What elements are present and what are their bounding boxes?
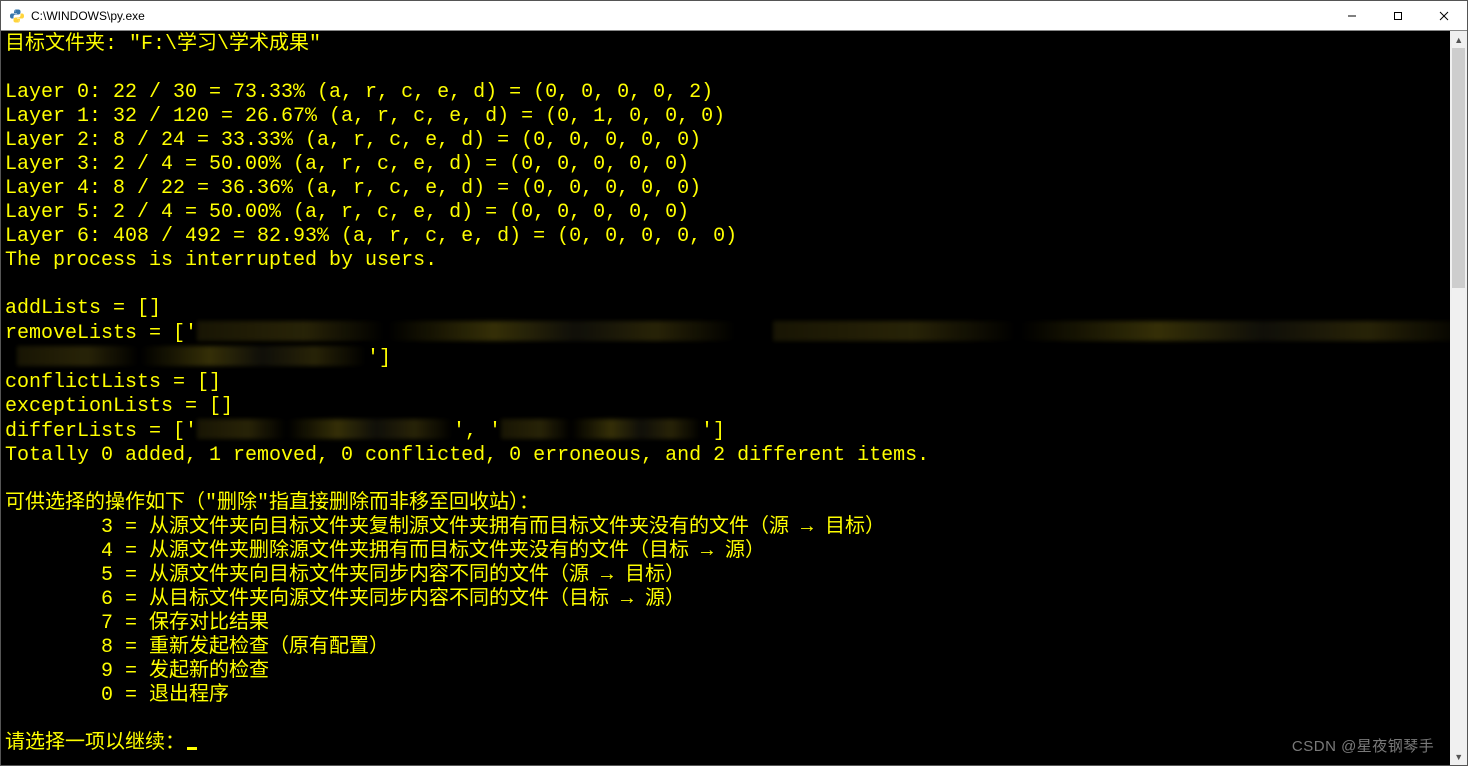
redacted-text: [197, 419, 453, 439]
menu-item: 8 = 重新发起检查（原有配置）: [5, 636, 389, 659]
redacted-text: [501, 419, 701, 439]
layer-line: Layer 0: 22 / 30 = 73.33% (a, r, c, e, d…: [5, 81, 713, 104]
interrupt-line: The process is interrupted by users.: [5, 249, 437, 272]
removelists-cont: ']: [5, 347, 391, 370]
redacted-text: [197, 321, 737, 341]
removelists-line: removeLists = [': [5, 322, 1450, 345]
close-button[interactable]: [1421, 1, 1467, 31]
menu-item: 9 = 发起新的检查: [5, 660, 269, 683]
redacted-text: [17, 346, 367, 366]
minimize-button[interactable]: [1329, 1, 1375, 31]
scroll-up-button[interactable]: ▲: [1450, 31, 1467, 48]
menu-item: 6 = 从目标文件夹向源文件夹同步内容不同的文件（目标 → 源）: [5, 588, 685, 611]
scroll-thumb[interactable]: [1452, 48, 1465, 288]
addlists-line: addLists = []: [5, 297, 161, 320]
layer-line: Layer 1: 32 / 120 = 26.67% (a, r, c, e, …: [5, 105, 725, 128]
layer-line: Layer 6: 408 / 492 = 82.93% (a, r, c, e,…: [5, 225, 737, 248]
layer-line: Layer 2: 8 / 24 = 33.33% (a, r, c, e, d)…: [5, 129, 701, 152]
watermark: CSDN @星夜钢琴手: [1292, 735, 1434, 759]
window-title: C:\WINDOWS\py.exe: [31, 9, 145, 23]
python-icon: [9, 8, 25, 24]
menu-item: 4 = 从源文件夹删除源文件夹拥有而目标文件夹没有的文件（目标 → 源）: [5, 540, 765, 563]
target-folder-line: 目标文件夹: "F:\学习\学术成果": [5, 33, 321, 56]
layer-line: Layer 4: 8 / 22 = 36.36% (a, r, c, e, d)…: [5, 177, 701, 200]
redacted-text: [773, 321, 1450, 341]
menu-title: 可供选择的操作如下（"删除"指直接删除而非移至回收站）：: [5, 492, 539, 515]
titlebar[interactable]: C:\WINDOWS\py.exe: [1, 1, 1467, 31]
vertical-scrollbar[interactable]: ▲ ▼: [1450, 31, 1467, 765]
scroll-track[interactable]: [1450, 48, 1467, 748]
prompt-line: 请选择一项以继续：: [5, 732, 197, 755]
layer-line: Layer 5: 2 / 4 = 50.00% (a, r, c, e, d) …: [5, 201, 689, 224]
cursor: [187, 747, 197, 750]
menu-item: 7 = 保存对比结果: [5, 612, 269, 635]
client-area: 目标文件夹: "F:\学习\学术成果" Layer 0: 22 / 30 = 7…: [1, 31, 1467, 765]
summary-line: Totally 0 added, 1 removed, 0 conflicted…: [5, 444, 929, 467]
maximize-button[interactable]: [1375, 1, 1421, 31]
scroll-down-button[interactable]: ▼: [1450, 748, 1467, 765]
app-window: C:\WINDOWS\py.exe 目标文件夹: "F:\学习\学术成果" La…: [0, 0, 1468, 766]
exceptionlists-line: exceptionLists = []: [5, 395, 233, 418]
menu-item: 5 = 从源文件夹向目标文件夹同步内容不同的文件（源 → 目标）: [5, 564, 685, 587]
layer-line: Layer 3: 2 / 4 = 50.00% (a, r, c, e, d) …: [5, 153, 689, 176]
menu-item: 3 = 从源文件夹向目标文件夹复制源文件夹拥有而目标文件夹没有的文件（源 → 目…: [5, 516, 885, 539]
menu-item: 0 = 退出程序: [5, 684, 229, 707]
differlists-line: differLists = ['', '']: [5, 420, 725, 443]
terminal-output[interactable]: 目标文件夹: "F:\学习\学术成果" Layer 0: 22 / 30 = 7…: [1, 31, 1450, 765]
conflictlists-line: conflictLists = []: [5, 371, 221, 394]
